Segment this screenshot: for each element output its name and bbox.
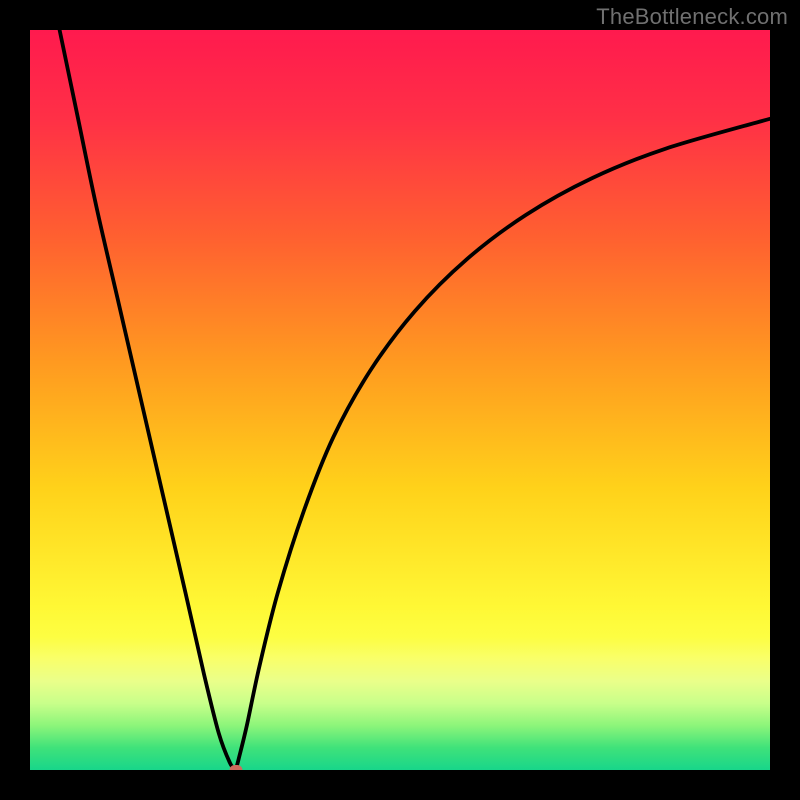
watermark-text: TheBottleneck.com	[596, 4, 788, 30]
curve-right-branch	[236, 119, 770, 770]
curve-left-branch	[60, 30, 236, 770]
plot-area	[30, 30, 770, 770]
curve-layer	[30, 30, 770, 770]
chart-frame: TheBottleneck.com	[0, 0, 800, 800]
minimum-marker	[229, 765, 242, 770]
